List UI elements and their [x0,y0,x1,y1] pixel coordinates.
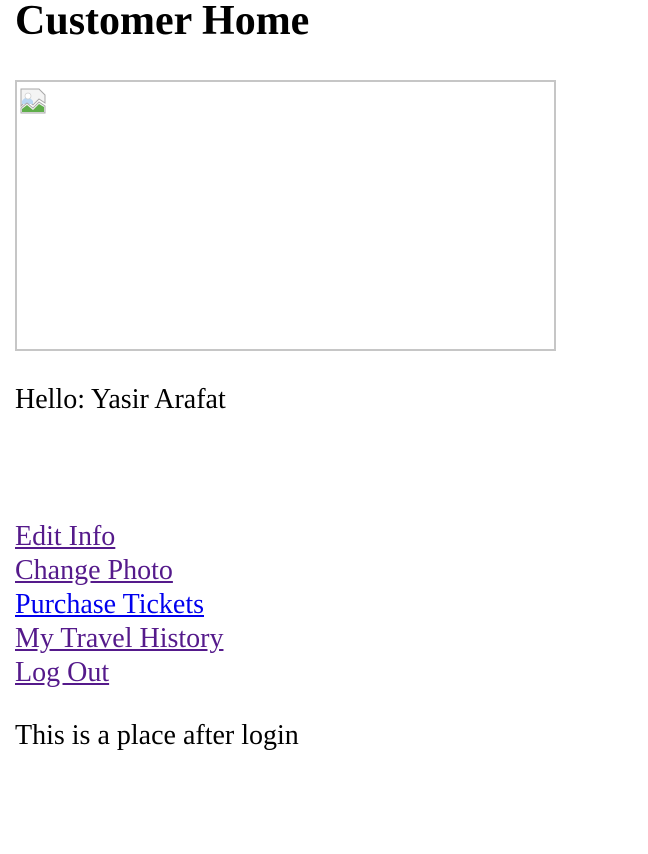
edit-info-link[interactable]: Edit Info [15,521,115,552]
page-title: Customer Home [15,0,310,44]
link-item: Purchase Tickets [15,588,223,622]
purchase-tickets-link[interactable]: Purchase Tickets [15,589,204,620]
link-item: Log Out [15,656,223,690]
travel-history-link[interactable]: My Travel History [15,623,223,654]
info-note: This is a place after login [15,720,299,751]
greeting-text: Hello: Yasir Arafat [15,384,226,415]
logout-link[interactable]: Log Out [15,657,109,688]
customer-home-page: Customer Home Hello: Yasir Arafat Edit I… [15,0,648,751]
link-item: My Travel History [15,622,223,656]
link-item: Edit Info [15,520,223,554]
broken-image-icon [20,88,46,114]
link-item: Change Photo [15,554,223,588]
change-photo-link[interactable]: Change Photo [15,555,173,586]
nav-links: Edit Info Change Photo Purchase Tickets … [15,520,223,690]
profile-photo [15,80,556,351]
